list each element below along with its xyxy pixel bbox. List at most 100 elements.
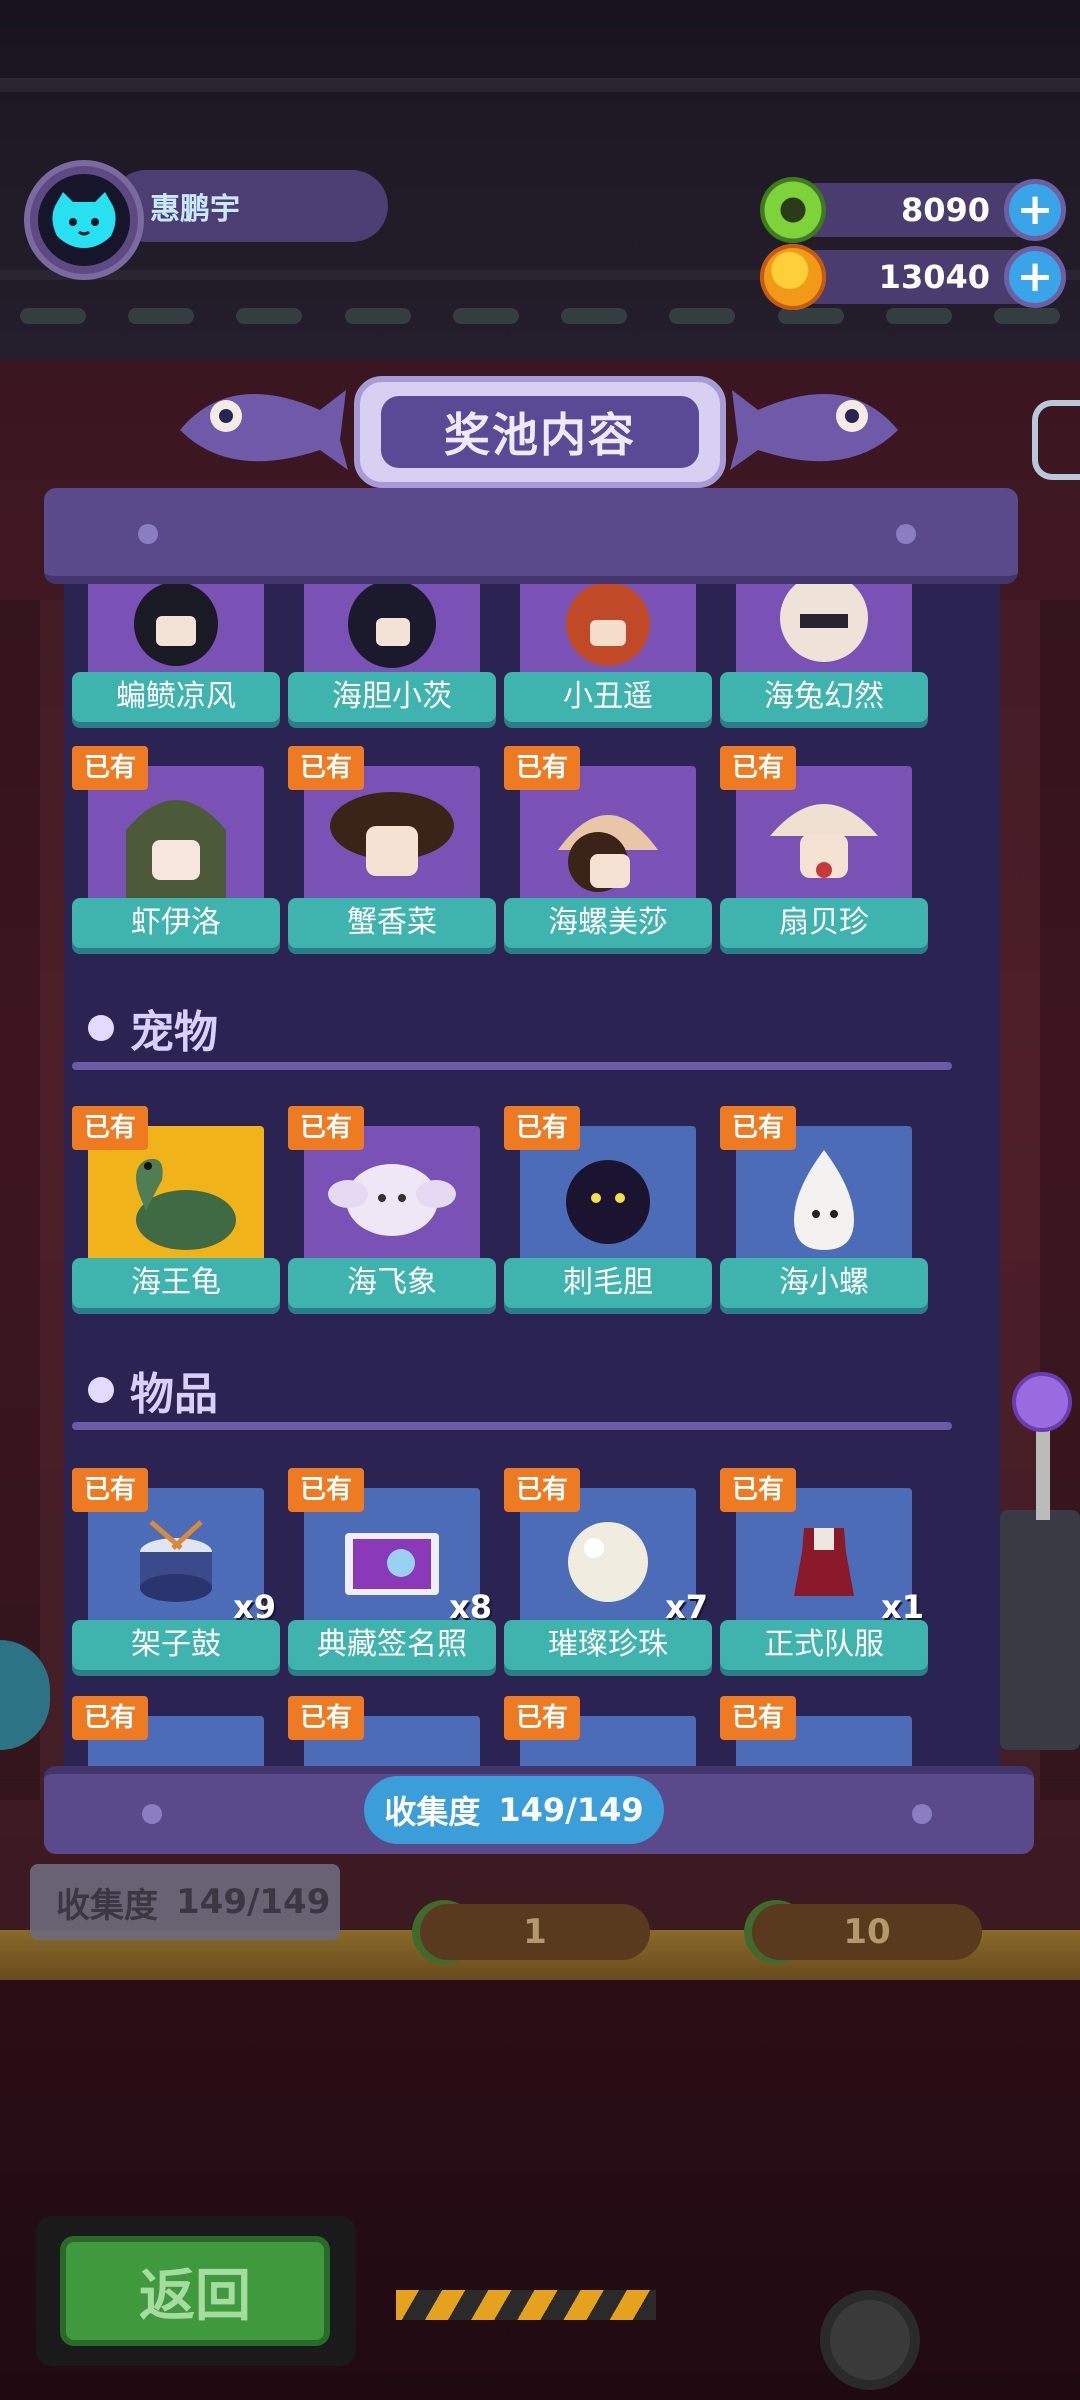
machine-lever-base <box>1000 1510 1080 1750</box>
prize-name: 架子鼓 <box>72 1620 280 1670</box>
collection-progress: 收集度 149/149 <box>364 1776 664 1844</box>
collection-label: 收集度 <box>384 1793 481 1831</box>
owned-badge: 已有 <box>504 1696 580 1740</box>
draw-ten-count: 10 <box>843 1912 891 1952</box>
back-button[interactable]: 返回 <box>60 2236 330 2346</box>
section-heading-pets: 宠物 <box>88 996 218 1060</box>
plus-icon: + <box>1016 251 1054 302</box>
prize-name: 海王龟 <box>72 1258 280 1308</box>
section-title: 宠物 <box>130 1007 218 1058</box>
machine-dial <box>820 2290 920 2390</box>
prize-name: 刺毛胆 <box>504 1258 712 1308</box>
prize-name: 海小螺 <box>720 1258 928 1308</box>
machine-lever-stick <box>1036 1420 1050 1520</box>
plus-icon: + <box>1016 184 1054 235</box>
draw-one-cost[interactable]: 1 <box>420 1904 650 1960</box>
currency-planet-value: 13040 <box>878 258 990 296</box>
prize-card[interactable]: 海兔幻然 <box>720 576 928 740</box>
stage-lights-row <box>20 308 1060 324</box>
section-title: 物品 <box>130 1369 218 1420</box>
prize-card[interactable]: x1 正式队服 已有 <box>720 1468 928 1688</box>
bullet-icon <box>88 1015 114 1041</box>
prize-name: 蟹香菜 <box>288 898 496 948</box>
player-name: 惠鹏宇 <box>150 192 240 227</box>
prize-card[interactable]: x7 璀璨珍珠 已有 <box>504 1468 712 1688</box>
prize-card[interactable]: 蝙鲼凉风 <box>72 576 280 740</box>
section-divider <box>72 1422 952 1430</box>
prize-pool-scroll-area[interactable]: 蝙鲼凉风 海胆小茨 小丑遥 海兔幻然 虾伊洛 已有 蟹香菜 已有 海螺美莎 已有… <box>64 576 1000 1776</box>
prize-name: 蝙鲼凉风 <box>72 672 280 722</box>
back-button-label: 返回 <box>139 2263 251 2329</box>
owned-badge: 已有 <box>72 1696 148 1740</box>
prize-card[interactable]: 海小螺 已有 <box>720 1106 928 1326</box>
draw-ten-cost[interactable]: 10 <box>752 1904 982 1960</box>
prize-name: 海飞象 <box>288 1258 496 1308</box>
prize-card[interactable]: 扇贝珍 已有 <box>720 746 928 966</box>
rivet-icon <box>142 1804 162 1824</box>
prize-card[interactable]: 虾伊洛 已有 <box>72 746 280 966</box>
prize-name: 海螺美莎 <box>504 898 712 948</box>
draw-one-count: 1 <box>523 1912 547 1952</box>
prize-name: 小丑遥 <box>504 672 712 722</box>
rivet-icon <box>896 524 916 544</box>
prize-card[interactable]: 蟹香菜 已有 <box>288 746 496 966</box>
background-collection-label: 收集度 <box>56 1885 158 1926</box>
owned-badge: 已有 <box>288 746 364 790</box>
prize-card[interactable]: 海飞象 已有 <box>288 1106 496 1326</box>
owned-badge: 已有 <box>720 1106 796 1150</box>
currency-planet: 13040 + <box>760 244 1066 310</box>
owned-badge: 已有 <box>72 1468 148 1512</box>
prize-name: 扇贝珍 <box>720 898 928 948</box>
owned-badge: 已有 <box>504 1106 580 1150</box>
prize-card[interactable]: 海螺美莎 已有 <box>504 746 712 966</box>
prize-card[interactable]: 刺毛胆 已有 <box>504 1106 712 1326</box>
rivet-icon <box>912 1804 932 1824</box>
owned-badge: 已有 <box>504 1468 580 1512</box>
green-donut-coin-icon <box>760 177 826 243</box>
owned-badge: 已有 <box>720 1696 796 1740</box>
orange-planet-coin-icon <box>760 244 826 310</box>
prize-name: 璀璨珍珠 <box>504 1620 712 1670</box>
add-planet-button[interactable]: + <box>1004 246 1066 308</box>
background-collection-panel: 收集度 149/149 <box>30 1864 340 1940</box>
prize-name: 海兔幻然 <box>720 672 928 722</box>
owned-badge: 已有 <box>72 746 148 790</box>
rivet-icon <box>138 524 158 544</box>
currency-donut-value: 8090 <box>900 191 990 229</box>
add-donut-button[interactable]: + <box>1004 179 1066 241</box>
prize-name: 虾伊洛 <box>72 898 280 948</box>
owned-badge: 已有 <box>288 1106 364 1150</box>
cat-avatar-icon <box>38 174 130 266</box>
owned-badge: 已有 <box>72 1106 148 1150</box>
owned-badge: 已有 <box>288 1696 364 1740</box>
prize-card[interactable]: x8 典藏签名照 已有 <box>288 1468 496 1688</box>
currency-donut: 8090 + <box>760 177 1066 243</box>
prize-name: 海胆小茨 <box>288 672 496 722</box>
side-clip-icon[interactable] <box>1032 400 1080 480</box>
bullet-icon <box>88 1377 114 1403</box>
machine-lever-knob[interactable] <box>1012 1372 1072 1432</box>
owned-badge: 已有 <box>288 1468 364 1512</box>
section-divider <box>72 1062 952 1070</box>
prize-card[interactable]: 海王龟 已有 <box>72 1106 280 1326</box>
popup-title-banner: 奖池内容 <box>354 376 726 488</box>
owned-badge: 已有 <box>720 746 796 790</box>
hazard-stripe <box>396 2290 656 2320</box>
background-collection-value: 149/149 <box>176 1882 331 1922</box>
prize-card[interactable]: 小丑遥 <box>504 576 712 740</box>
popup-title: 奖池内容 <box>381 396 699 468</box>
section-heading-items: 物品 <box>88 1358 218 1422</box>
collection-value: 149/149 <box>498 1791 644 1829</box>
fish-right-icon <box>728 370 908 480</box>
prize-name: 典藏签名照 <box>288 1620 496 1670</box>
owned-badge: 已有 <box>720 1468 796 1512</box>
prize-name: 正式队服 <box>720 1620 928 1670</box>
owned-badge: 已有 <box>504 746 580 790</box>
prize-card[interactable]: 海胆小茨 <box>288 576 496 740</box>
scene-top-rail <box>0 78 1080 92</box>
prize-card[interactable]: x9 架子鼓 已有 <box>72 1468 280 1688</box>
fish-left-icon <box>170 370 350 480</box>
player-name-pill[interactable]: 惠鹏宇 <box>110 170 388 242</box>
avatar[interactable] <box>24 160 144 280</box>
popup-header-bar <box>44 488 1018 584</box>
